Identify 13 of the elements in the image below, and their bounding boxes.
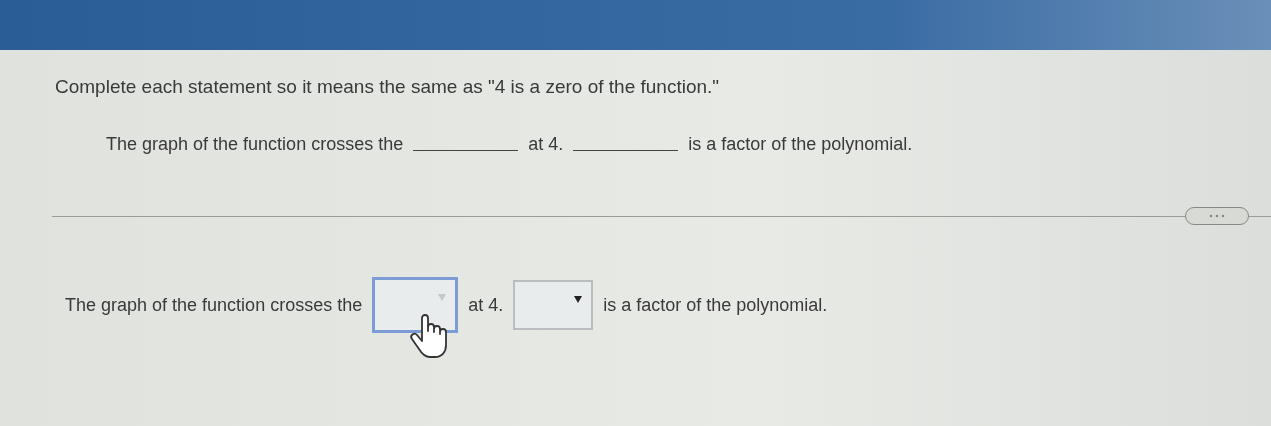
answer-text: at 4. <box>468 294 504 316</box>
statement-text: is a factor of the polynomial. <box>688 134 913 155</box>
ellipsis-icon <box>1209 214 1225 218</box>
answer-text: is a factor of the polynomial. <box>603 294 828 316</box>
dropdown[interactable] <box>372 277 459 333</box>
caret-icon <box>573 294 584 304</box>
statement-text: The graph of the function crosses the <box>106 134 404 155</box>
pointer-hand-icon <box>408 313 449 359</box>
instruction-text: Complete each statement so it means the same as "4 is a zero of the function." <box>55 76 721 98</box>
statement-text: at 4. <box>528 134 564 155</box>
more-button[interactable] <box>1185 207 1249 225</box>
caret-icon <box>437 292 448 302</box>
answer-text: The graph of the function crosses the <box>65 294 363 316</box>
